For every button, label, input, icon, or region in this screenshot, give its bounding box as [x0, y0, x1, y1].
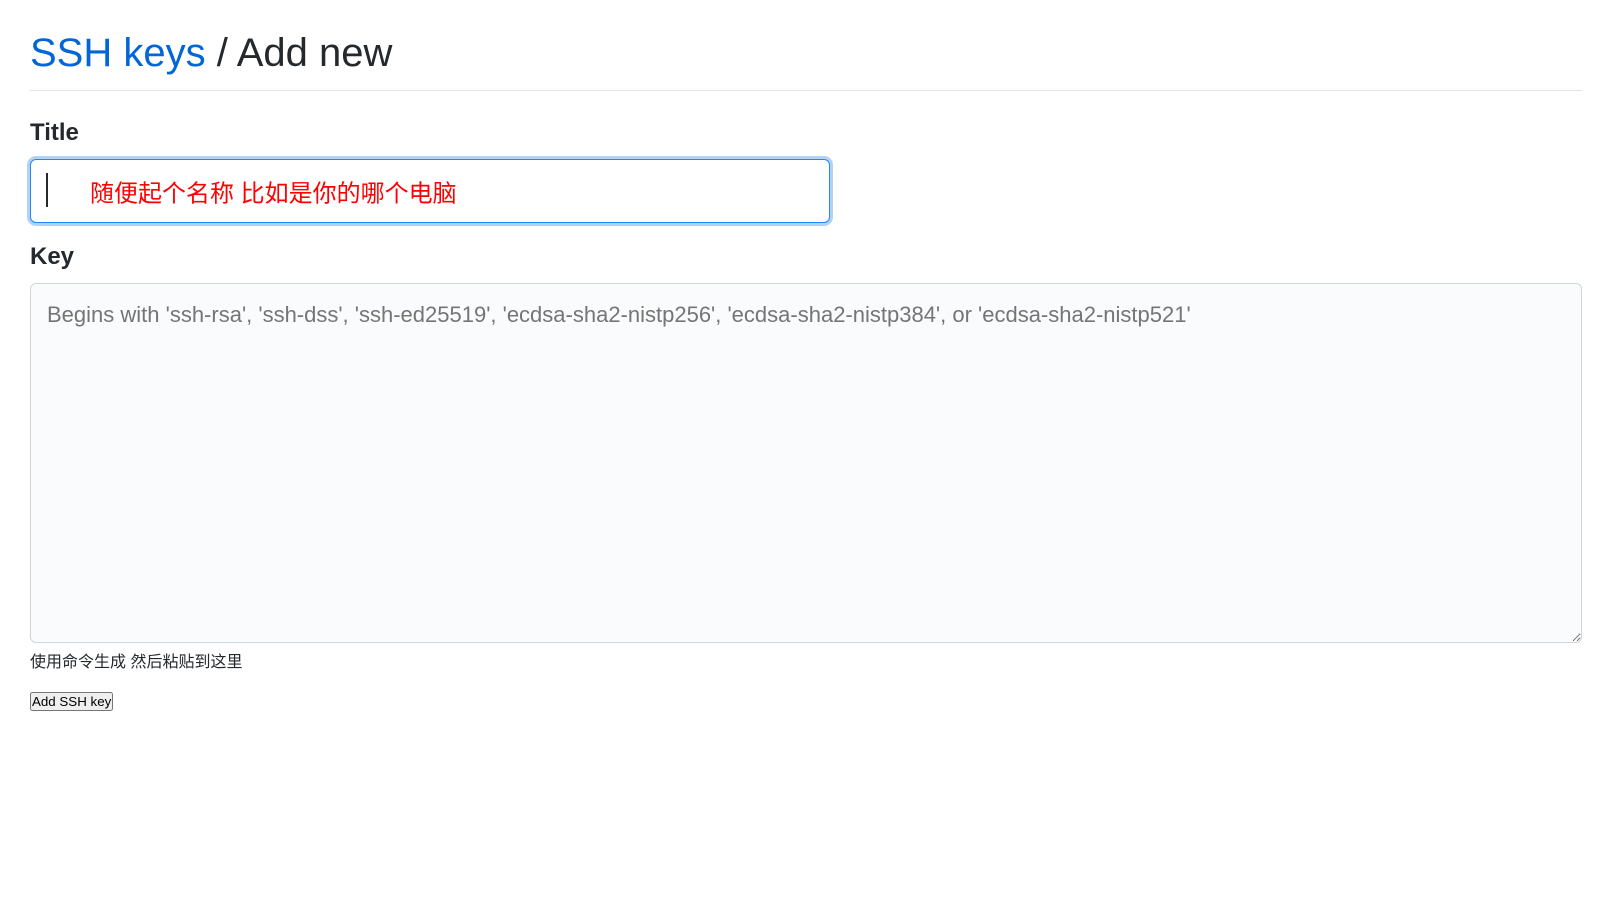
page-header: SSH keys / Add new: [30, 28, 1582, 91]
key-textarea-wrapper: 使用命令生成 然后粘贴到这里: [30, 283, 1582, 672]
key-textarea[interactable]: [30, 283, 1582, 643]
title-input[interactable]: [30, 159, 830, 223]
page-title: SSH keys / Add new: [30, 28, 1582, 78]
title-form-group: Title 随便起个名称 比如是你的哪个电脑: [30, 119, 1582, 223]
key-annotation: 使用命令生成 然后粘贴到这里: [30, 654, 242, 671]
add-ssh-key-button[interactable]: Add SSH key: [30, 692, 113, 711]
title-label: Title: [30, 119, 1582, 147]
breadcrumb-current: Add new: [237, 31, 393, 75]
breadcrumb-link-ssh-keys[interactable]: SSH keys: [30, 31, 206, 75]
key-form-group: Key 使用命令生成 然后粘贴到这里: [30, 243, 1582, 672]
key-label: Key: [30, 243, 1582, 271]
title-input-wrapper: 随便起个名称 比如是你的哪个电脑: [30, 159, 830, 223]
breadcrumb-separator: /: [206, 31, 237, 75]
